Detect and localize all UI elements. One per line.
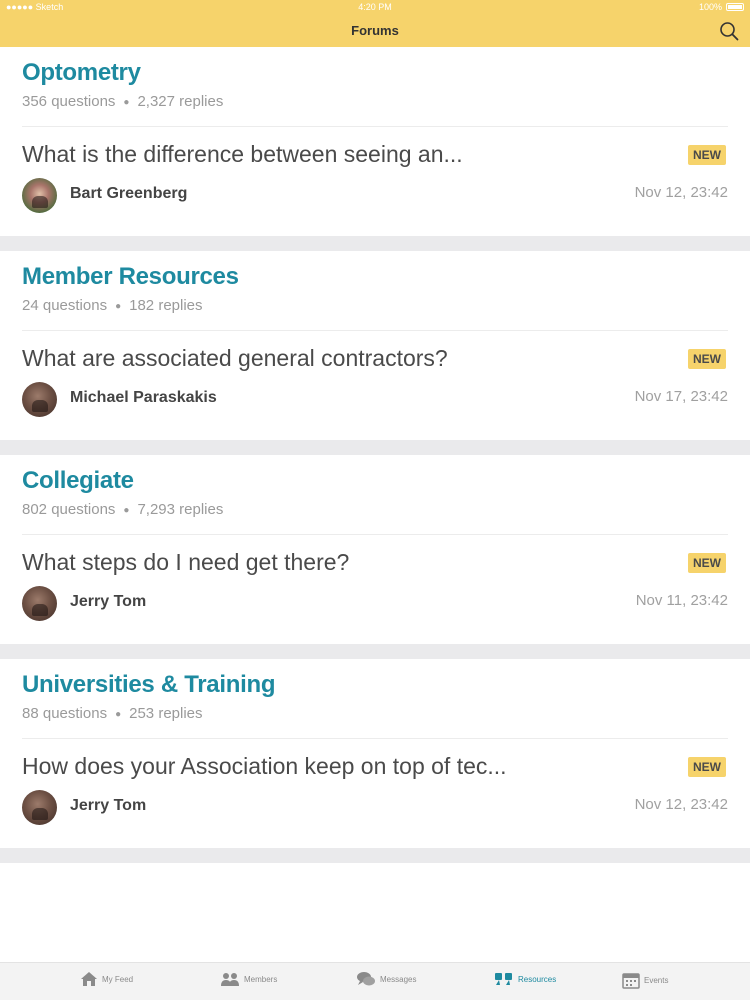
author-name[interactable]: Jerry Tom — [70, 593, 146, 611]
messages-icon — [357, 972, 375, 986]
thread-timestamp: Nov 12, 23:42 — [634, 796, 728, 813]
forum-card: Optometry 356 questions ● 2,327 replies Wh… — [0, 47, 750, 236]
tab-label: Resources — [518, 974, 557, 984]
section-gap — [0, 236, 750, 251]
forum-title[interactable]: Universities & Training — [22, 671, 728, 699]
author-name[interactable]: Bart Greenberg — [70, 185, 187, 203]
reply-count: 2,327 replies — [137, 93, 224, 110]
forum-card: Member Resources 24 questions ● 182 replie… — [0, 251, 750, 440]
section-gap — [0, 848, 750, 863]
section-gap — [0, 440, 750, 455]
battery-percent: 100% — [698, 2, 722, 12]
separator-dot: ● — [123, 504, 130, 516]
battery-icon — [726, 3, 744, 11]
status-time: 4:20 PM — [358, 2, 392, 12]
forum-list: Optometry 356 questions ● 2,327 replies Wh… — [0, 47, 750, 863]
forum-card: Universities & Training 88 questions ● 253… — [0, 659, 750, 848]
new-badge: NEW — [688, 757, 726, 777]
members-icon — [221, 973, 239, 986]
thread-timestamp: Nov 12, 23:42 — [634, 184, 728, 201]
forum-stats: 24 questions ● 182 replies — [22, 297, 728, 314]
avatar[interactable] — [22, 382, 57, 417]
forum-stats: 356 questions ● 2,327 replies — [22, 93, 728, 110]
thread-row[interactable]: How does your Association keep on top of… — [0, 739, 750, 848]
forum-stats: 88 questions ● 253 replies — [22, 705, 728, 722]
avatar[interactable] — [22, 586, 57, 621]
avatar[interactable] — [22, 178, 57, 213]
tab-events[interactable]: Events — [622, 971, 668, 989]
section-gap — [0, 644, 750, 659]
question-count: 356 questions — [22, 93, 116, 110]
question-count: 802 questions — [22, 501, 116, 518]
forum-card: Collegiate 802 questions ● 7,293 replies W… — [0, 455, 750, 644]
author-name[interactable]: Jerry Tom — [70, 797, 146, 815]
tab-my-feed[interactable]: My Feed — [80, 971, 133, 987]
nav-bar: Forums — [0, 14, 750, 47]
thread-row[interactable]: What is the difference between seeing an… — [0, 127, 750, 236]
home-icon — [81, 972, 97, 986]
forum-header[interactable]: Collegiate 802 questions ● 7,293 replies — [0, 455, 750, 534]
thread-row[interactable]: What steps do I need get there? NEW Jerr… — [0, 535, 750, 644]
forum-title[interactable]: Member Resources — [22, 263, 728, 291]
reply-count: 7,293 replies — [137, 501, 224, 518]
separator-dot: ● — [115, 300, 122, 312]
thread-timestamp: Nov 11, 23:42 — [635, 592, 728, 609]
forum-header[interactable]: Member Resources 24 questions ● 182 replie… — [0, 251, 750, 330]
new-badge: NEW — [688, 349, 726, 369]
tab-label: Members — [244, 974, 278, 984]
battery-indicator: 100% — [699, 2, 744, 12]
tab-members[interactable]: Members — [220, 971, 277, 987]
tab-label: My Feed — [102, 974, 134, 984]
reply-count: 253 replies — [129, 705, 203, 722]
thread-timestamp: Nov 17, 23:42 — [634, 388, 728, 405]
forum-title[interactable]: Optometry — [22, 59, 728, 87]
status-bar: ●●●●● Sketch 4:20 PM 100% — [0, 0, 750, 14]
thread-question[interactable]: How does your Association keep on top of… — [22, 753, 622, 780]
thread-question[interactable]: What is the difference between seeing an… — [22, 141, 622, 168]
tab-resources[interactable]: Resources — [494, 971, 556, 987]
page-title: Forums — [351, 23, 399, 38]
separator-dot: ● — [123, 96, 130, 108]
reply-count: 182 replies — [129, 297, 203, 314]
thread-row[interactable]: What are associated general contractors?… — [0, 331, 750, 440]
quote-icon — [495, 973, 512, 985]
question-count: 24 questions — [22, 297, 108, 314]
forum-header[interactable]: Universities & Training 88 questions ● 253… — [0, 659, 750, 738]
separator-dot: ● — [115, 708, 122, 720]
author-name[interactable]: Michael Paraskakis — [70, 389, 217, 407]
avatar[interactable] — [22, 790, 57, 825]
tab-label: Events — [644, 975, 669, 985]
new-badge: NEW — [688, 553, 726, 573]
thread-question[interactable]: What steps do I need get there? — [22, 549, 622, 576]
search-icon — [720, 22, 739, 41]
tab-label: Messages — [380, 974, 417, 984]
thread-question[interactable]: What are associated general contractors? — [22, 345, 622, 372]
forum-stats: 802 questions ● 7,293 replies — [22, 501, 728, 518]
question-count: 88 questions — [22, 705, 108, 722]
tab-bar: My Feed Members Messages Resources Event… — [0, 962, 750, 1000]
tab-messages[interactable]: Messages — [356, 971, 416, 987]
calendar-icon — [622, 973, 640, 989]
search-button[interactable] — [718, 20, 740, 42]
forum-title[interactable]: Collegiate — [22, 467, 728, 495]
forum-header[interactable]: Optometry 356 questions ● 2,327 replies — [0, 47, 750, 126]
new-badge: NEW — [688, 145, 726, 165]
